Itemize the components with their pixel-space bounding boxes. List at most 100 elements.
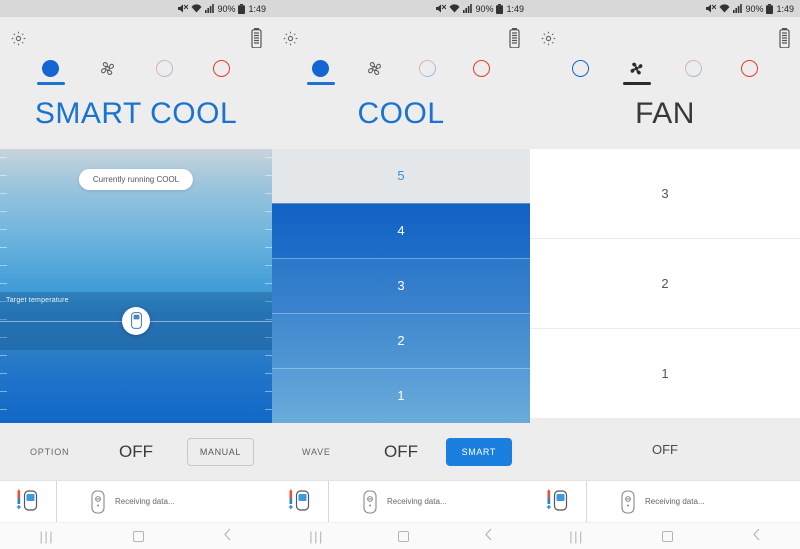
option-value: OFF: [383, 441, 418, 461]
thermometer-remote-button[interactable]: [272, 481, 329, 522]
page-title: FAN: [635, 96, 695, 130]
clock-label: 1:49: [506, 3, 524, 14]
mode-tabs: [530, 51, 800, 87]
temperature-slider-handle[interactable]: [122, 306, 150, 335]
remote-icon: [621, 489, 635, 514]
home-button[interactable]: [398, 530, 410, 542]
tab-auto[interactable]: [145, 57, 185, 85]
battery-icon: [496, 3, 504, 14]
tab-fan[interactable]: [88, 57, 128, 85]
back-button[interactable]: [752, 528, 761, 544]
tab-underline: [36, 82, 65, 85]
bottom-remote-bar: Receiving data...: [0, 480, 272, 522]
manual-button[interactable]: MANUAL: [186, 437, 254, 466]
app-header: COOL: [272, 17, 530, 149]
recents-button[interactable]: |||: [40, 529, 55, 544]
option-label: OPTION: [30, 446, 70, 457]
tab-underline: [306, 82, 335, 85]
signal-icon: [463, 4, 473, 13]
cool-dot-icon: [571, 57, 589, 79]
home-button[interactable]: [662, 530, 674, 542]
receiving-data-status: Receiving data...: [329, 489, 530, 514]
remote-battery-icon[interactable]: [509, 28, 520, 49]
gear-icon[interactable]: [282, 30, 299, 47]
list-item[interactable]: 1: [272, 368, 530, 424]
tab-underline: [94, 82, 122, 85]
gear-icon[interactable]: [10, 30, 27, 47]
temperature-slider[interactable]: Currently running COOL Target temperatur…: [0, 148, 272, 423]
tab-cool[interactable]: [301, 57, 341, 85]
bottom-remote-bar: Receiving data...: [530, 480, 800, 522]
heat-ring-icon: [741, 57, 759, 79]
tab-underline: [208, 82, 236, 85]
status-bar: 90% 1:49: [272, 0, 530, 17]
tab-cool[interactable]: [31, 57, 71, 85]
target-temperature-label: Target temperature: [6, 296, 69, 304]
tab-underline: [467, 82, 495, 85]
smart-button[interactable]: SMART: [445, 437, 512, 466]
app-header: SMART COOL: [0, 17, 272, 149]
header-top-row: [272, 25, 530, 51]
battery-percent-label: 90%: [475, 3, 494, 14]
list-item[interactable]: 5: [272, 148, 530, 204]
status-text: Receiving data...: [645, 497, 705, 506]
battery-percent-label: 90%: [745, 3, 764, 14]
tab-heat[interactable]: [730, 57, 770, 85]
list-item[interactable]: 3: [530, 148, 800, 239]
remote-battery-icon[interactable]: [779, 28, 790, 49]
fan-icon: [627, 57, 646, 79]
recents-button[interactable]: |||: [569, 529, 584, 544]
page-title: COOL: [357, 96, 445, 130]
thermometer-remote-button[interactable]: [0, 481, 57, 522]
auto-ring-icon: [685, 57, 702, 79]
level-label: 3: [397, 278, 405, 294]
heat-ring-icon: [213, 57, 230, 79]
three-phone-screenshots: 90% 1:49 SMART COOL Currently running CO…: [0, 0, 800, 549]
tab-underline: [736, 82, 764, 85]
list-item[interactable]: 3: [272, 258, 530, 314]
auto-ring-icon: [419, 57, 436, 79]
tab-underline: [151, 82, 179, 85]
fan-icon: [365, 57, 384, 79]
back-button[interactable]: [223, 528, 232, 544]
phone-screen-cool: 90% 1:49 COOL 5 4 3 2 1 WAVE OFF SMART R…: [272, 0, 530, 549]
tab-underline: [566, 82, 594, 85]
page-title: SMART COOL: [34, 96, 238, 130]
tab-fan[interactable]: [617, 57, 657, 85]
signal-icon: [733, 4, 743, 13]
tab-fan[interactable]: [354, 57, 394, 85]
thermometer-icon: [546, 489, 568, 511]
remote-handle-icon: [130, 312, 142, 329]
clock-label: 1:49: [248, 3, 266, 14]
cool-dot-icon: [42, 57, 59, 79]
wifi-icon: [449, 4, 460, 13]
list-item[interactable]: 2: [530, 238, 800, 329]
home-button[interactable]: [133, 530, 145, 542]
level-label: 3: [661, 185, 669, 201]
remote-icon: [363, 489, 377, 514]
list-item[interactable]: 4: [272, 203, 530, 259]
tab-cool[interactable]: [560, 57, 600, 85]
tab-heat[interactable]: [202, 57, 242, 85]
tab-underline: [622, 82, 651, 85]
level-label: 1: [397, 388, 405, 404]
clock-label: 1:49: [776, 3, 794, 14]
thermometer-remote-button[interactable]: [530, 481, 587, 522]
back-button[interactable]: [484, 528, 493, 544]
tab-auto[interactable]: [673, 57, 713, 85]
status-text: Receiving data...: [115, 497, 175, 506]
fan-off-row[interactable]: OFF: [530, 418, 800, 480]
status-text: Receiving data...: [387, 497, 447, 506]
tab-auto[interactable]: [408, 57, 448, 85]
app-header: FAN: [530, 17, 800, 149]
tab-heat[interactable]: [461, 57, 501, 85]
battery-icon: [766, 3, 774, 14]
tab-underline: [360, 82, 388, 85]
gear-icon[interactable]: [540, 30, 557, 47]
recents-button[interactable]: |||: [309, 529, 324, 544]
list-item[interactable]: 2: [272, 313, 530, 369]
remote-icon: [91, 489, 105, 514]
remote-battery-icon[interactable]: [251, 28, 262, 49]
level-label: 5: [397, 168, 405, 184]
list-item[interactable]: 1: [530, 328, 800, 418]
